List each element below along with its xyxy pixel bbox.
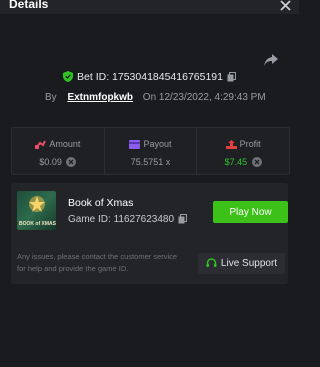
thumbnail-art bbox=[29, 196, 45, 212]
amount-value: $0.09 bbox=[39, 157, 62, 167]
copy-icon[interactable] bbox=[227, 72, 236, 82]
game-id-row: Game ID: 11627623480 bbox=[68, 214, 188, 225]
help-text: Any issues, please contact the customer … bbox=[17, 252, 178, 273]
game-name: Book of Xmas bbox=[68, 197, 134, 209]
profit-icon bbox=[225, 140, 237, 149]
live-support-button[interactable]: Live Support bbox=[198, 253, 285, 274]
amount-icon bbox=[35, 140, 47, 149]
payout-icon bbox=[129, 140, 141, 149]
payout-value: 75.5751 x bbox=[130, 157, 171, 167]
copy-icon[interactable] bbox=[178, 214, 188, 224]
game-id-text: Game ID: 11627623480 bbox=[68, 214, 175, 225]
share-icon[interactable] bbox=[264, 54, 278, 66]
coin-icon bbox=[251, 157, 262, 167]
amount-label-row: Amount bbox=[12, 139, 104, 149]
amount-label: Amount bbox=[49, 139, 81, 149]
coin-icon bbox=[66, 157, 77, 167]
profit-value-row: $7.45 bbox=[197, 157, 289, 167]
bet-stats: Amount $0.09 Payout 75.5751 x Profit $7.… bbox=[11, 127, 290, 175]
game-card: BOOK of XMAS Book of Xmas Game ID: 11627… bbox=[11, 183, 288, 284]
live-support-label: Live Support bbox=[220, 258, 278, 269]
headset-icon bbox=[206, 258, 217, 267]
profit-value: $7.45 bbox=[224, 157, 248, 167]
header-title: Details bbox=[9, 0, 49, 11]
payout-label-row: Payout bbox=[105, 139, 197, 149]
shield-icon bbox=[63, 71, 74, 82]
thumbnail-text: BOOK of XMAS bbox=[19, 221, 56, 227]
on-label: On bbox=[142, 92, 157, 103]
game-thumbnail[interactable]: BOOK of XMAS bbox=[17, 191, 56, 230]
bet-byline: By Extnmfopkwb On 12/23/2022, 4:29:43 PM bbox=[45, 92, 266, 103]
payout-label: Payout bbox=[143, 139, 172, 149]
close-icon[interactable] bbox=[280, 0, 291, 11]
stat-profit: Profit $7.45 bbox=[197, 128, 289, 174]
username-link[interactable]: Extnmfopkwb bbox=[67, 92, 133, 103]
bet-id-text: Bet ID: 1753041845416765191 bbox=[77, 71, 223, 83]
profit-label-row: Profit bbox=[197, 139, 289, 149]
play-now-button[interactable]: Play Now bbox=[213, 201, 288, 223]
payout-value-row: 75.5751 x bbox=[105, 157, 197, 167]
header: Details bbox=[0, 0, 299, 14]
bet-id-line: Bet ID: 1753041845416765191 bbox=[0, 71, 299, 83]
by-label: By bbox=[45, 92, 57, 103]
profit-label: Profit bbox=[239, 139, 261, 149]
stat-payout: Payout 75.5751 x bbox=[105, 128, 198, 174]
amount-value-row: $0.09 bbox=[12, 157, 104, 167]
bet-datetime: 12/23/2022, 4:29:43 PM bbox=[158, 92, 266, 103]
stat-amount: Amount $0.09 bbox=[12, 128, 105, 174]
